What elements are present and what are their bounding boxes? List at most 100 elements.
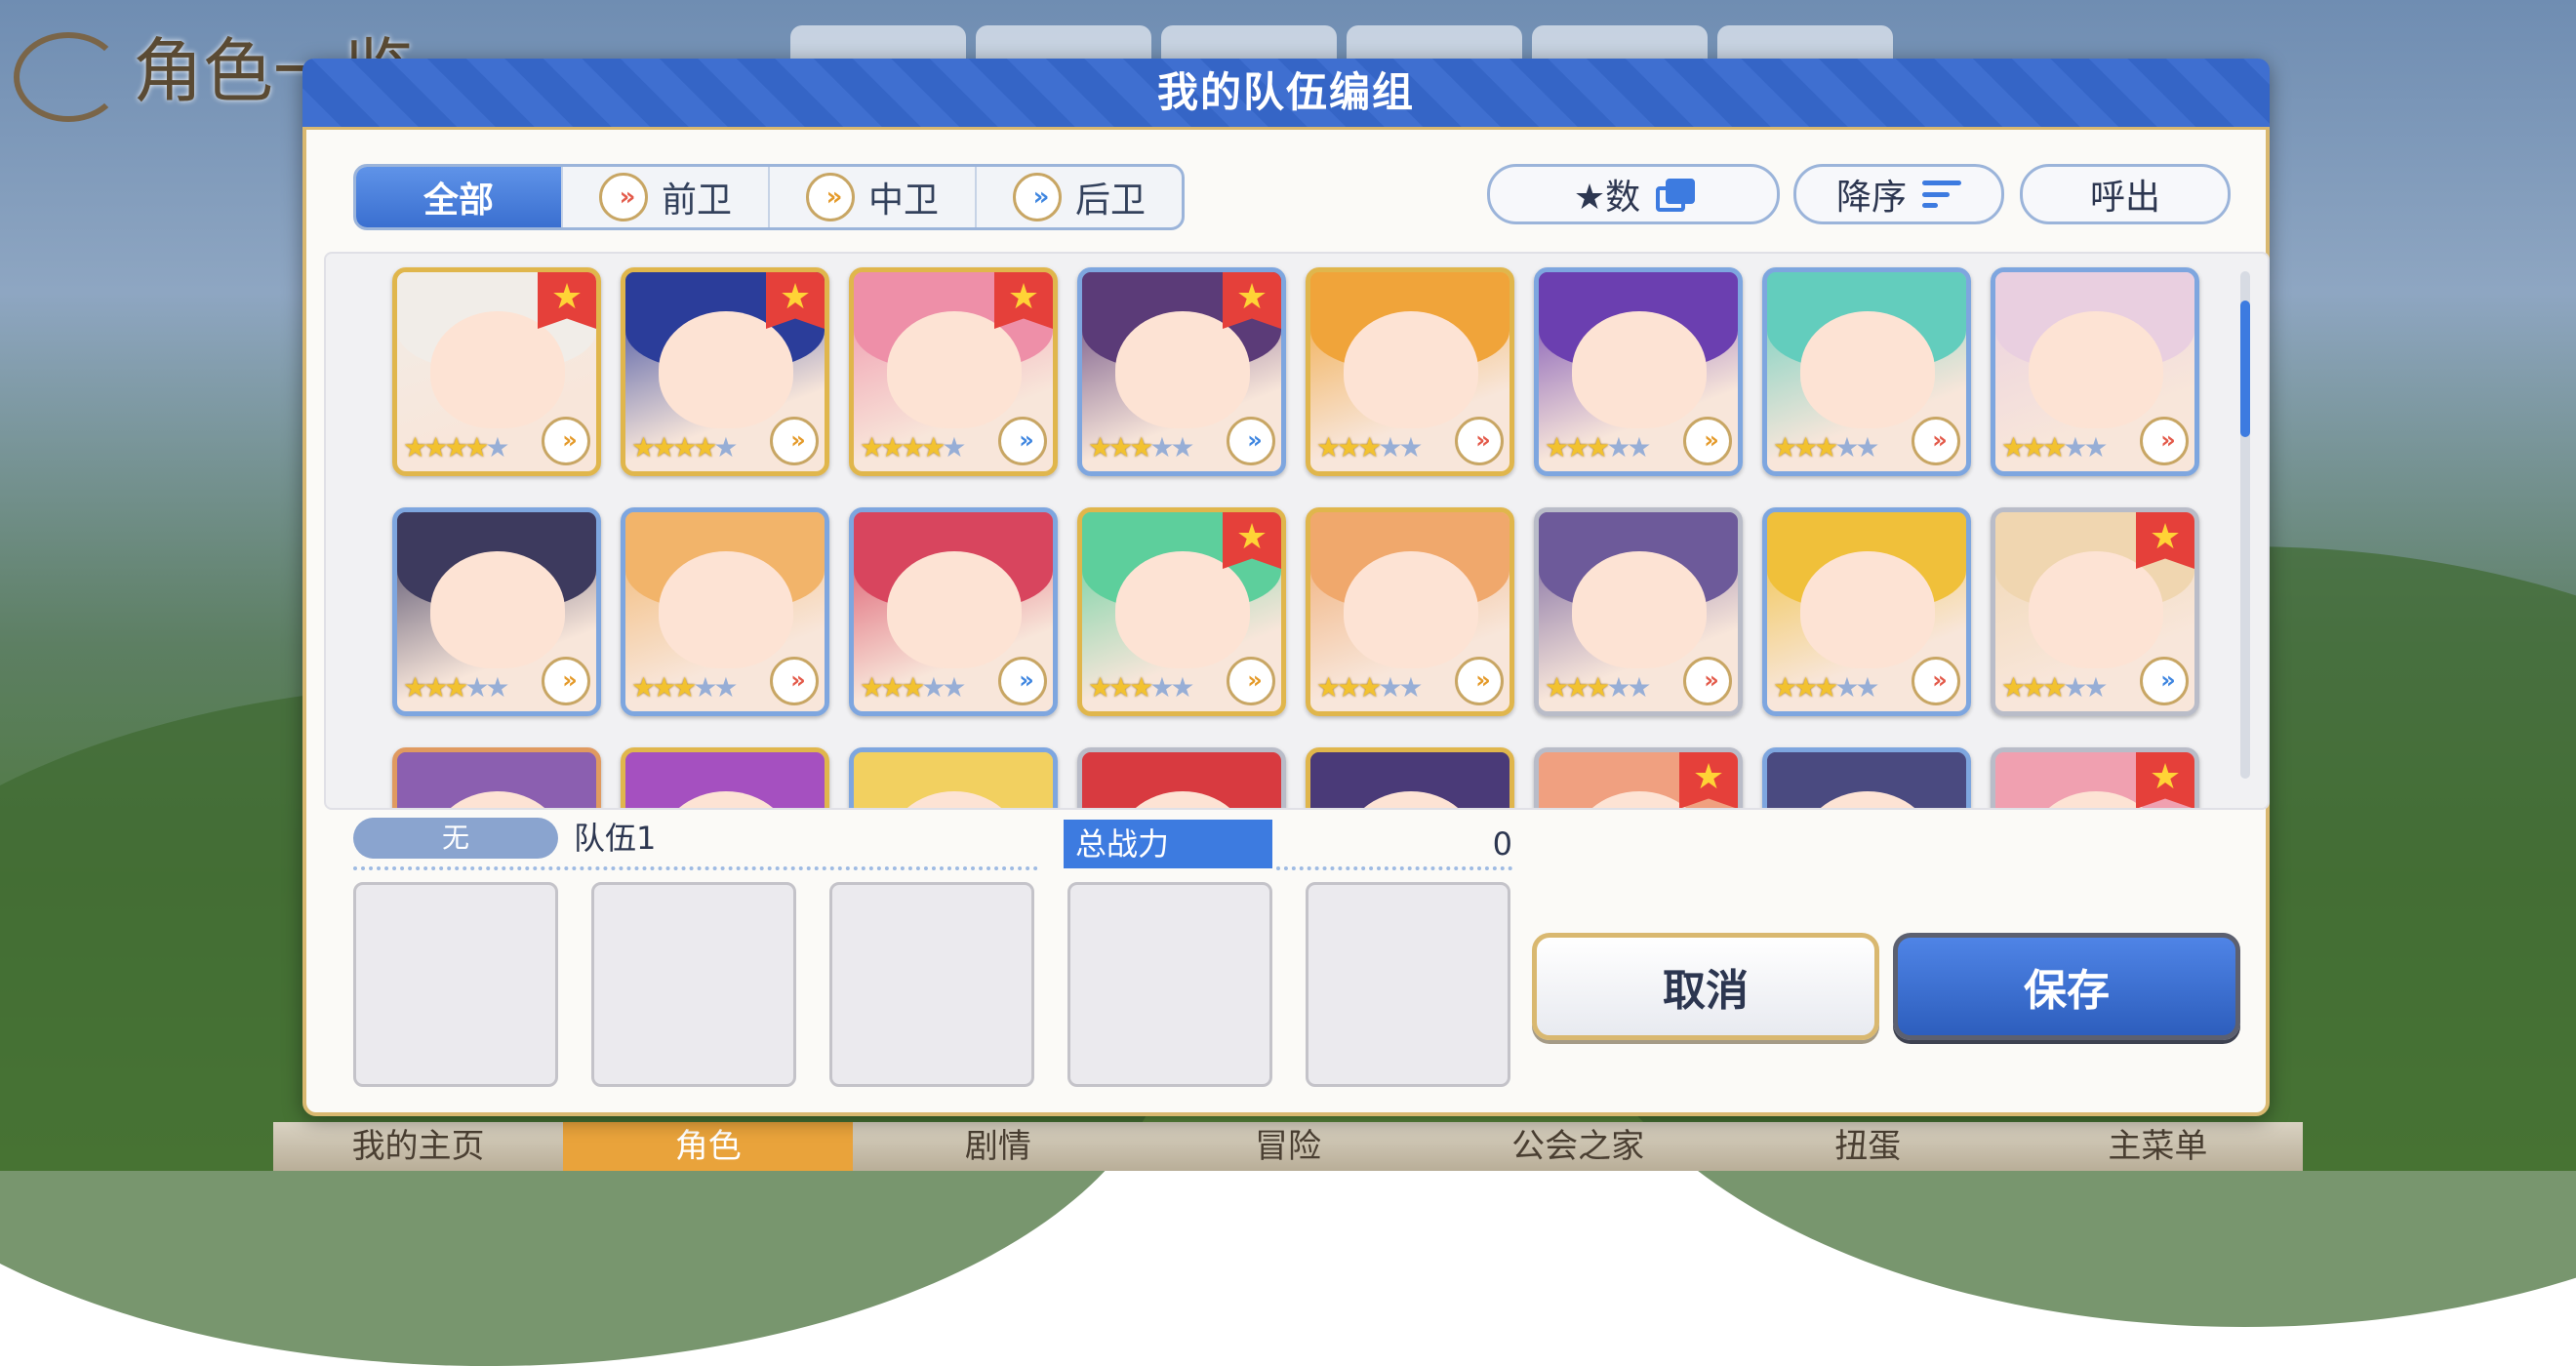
back-role-icon: »	[998, 417, 1047, 465]
star-rating: ★★★★★	[631, 431, 739, 463]
call-out-button[interactable]: 呼出	[2020, 164, 2231, 224]
character-card[interactable]: ★ ★★★★★»	[1077, 267, 1286, 476]
swirl-ornament-icon	[14, 32, 123, 122]
dialog-header: 我的队伍编组	[302, 59, 2270, 130]
character-face	[1115, 311, 1250, 428]
character-card[interactable]: ★★★★★ »	[1306, 507, 1514, 716]
front-role-icon: »	[770, 657, 819, 705]
nav-characters[interactable]: 角色	[563, 1122, 854, 1171]
nav-main-menu[interactable]: 主菜单	[2013, 1122, 2303, 1171]
nav-adventure[interactable]: 冒险	[1143, 1122, 1432, 1171]
star-rating: ★★★★★	[1088, 671, 1195, 703]
character-card[interactable]: ★ ★★★★★»	[1991, 507, 2199, 716]
character-face	[2029, 311, 2163, 428]
team-slot-2[interactable]	[591, 882, 796, 1087]
character-face	[887, 551, 1022, 668]
front-role-icon: »	[2140, 417, 2189, 465]
save-button[interactable]: 保存	[1893, 933, 2240, 1040]
character-card[interactable]: ★★★★★ »	[1762, 507, 1971, 716]
character-face	[2029, 551, 2163, 668]
list-scrollbar[interactable]	[2240, 271, 2250, 779]
nav-home[interactable]: 我的主页	[273, 1122, 563, 1171]
character-face	[430, 551, 565, 668]
character-face	[1800, 311, 1935, 428]
character-card[interactable]: ★★★★★ »	[1991, 267, 2199, 476]
star-rating: ★★★★★	[631, 671, 739, 703]
team-badge[interactable]: 无	[353, 818, 558, 859]
star-rating: ★★★★★	[1316, 431, 1424, 463]
character-card[interactable]: ★	[1991, 747, 2199, 808]
character-card[interactable]: ★★★★★ »	[621, 507, 829, 716]
back-role-icon: »	[1227, 417, 1275, 465]
character-card[interactable]: ★★★★★ »	[1306, 267, 1514, 476]
character-face	[1572, 311, 1707, 428]
character-face	[1344, 551, 1478, 668]
tab-middle[interactable]: » 中卫	[770, 167, 977, 227]
nav-story[interactable]: 剧情	[853, 1122, 1143, 1171]
star-rating: ★★★★★	[403, 671, 510, 703]
back-role-icon: »	[1012, 173, 1062, 221]
sort-toggle-icon	[1656, 179, 1696, 212]
character-card[interactable]: ★ ★★★★★»	[1077, 507, 1286, 716]
star-rating: ★★★★★	[860, 431, 967, 463]
character-card[interactable]: ★	[1534, 747, 1743, 808]
nav-guild-house[interactable]: 公会之家	[1433, 1122, 1723, 1171]
team-edit-dialog: 我的队伍编组 全部 » 前卫 » 中卫 » 后卫 ★数 降序 呼出 ★ ★★★★★» ★ ★…	[302, 59, 2270, 1116]
front-role-icon: »	[1683, 657, 1732, 705]
sort-order-button[interactable]: 降序	[1793, 164, 2004, 224]
team-slot-5[interactable]	[1306, 882, 1510, 1087]
mid-role-icon: »	[1227, 657, 1275, 705]
front-role-icon: »	[1455, 417, 1504, 465]
character-card[interactable]	[621, 747, 829, 808]
character-card[interactable]	[392, 747, 601, 808]
character-card[interactable]	[1762, 747, 1971, 808]
star-rating: ★★★★★	[1316, 671, 1424, 703]
mid-role-icon: »	[1683, 417, 1732, 465]
bottom-nav: 我的主页 角色 剧情 冒险 公会之家 扭蛋 主菜单	[273, 1122, 2303, 1171]
tab-back[interactable]: » 后卫	[977, 167, 1182, 227]
character-face	[659, 551, 793, 668]
character-card[interactable]	[849, 747, 1058, 808]
character-card[interactable]: ★ ★★★★★»	[392, 267, 601, 476]
character-card[interactable]	[1077, 747, 1286, 808]
total-power-label: 总战力	[1064, 820, 1272, 868]
star-rating: ★★★★★	[403, 431, 510, 463]
tab-all[interactable]: 全部	[356, 167, 563, 227]
character-face	[430, 311, 565, 428]
team-slot-3[interactable]	[829, 882, 1034, 1087]
character-grid: ★ ★★★★★» ★ ★★★★★» ★ ★★★★★» ★ ★★★★★» ★★★★★» ★★★★★»…	[392, 267, 2199, 808]
character-card[interactable]	[1306, 747, 1514, 808]
team-slot-1[interactable]	[353, 882, 558, 1087]
character-card[interactable]: ★★★★★ »	[392, 507, 601, 716]
tab-front[interactable]: » 前卫	[563, 167, 770, 227]
sort-field-button[interactable]: ★数	[1487, 164, 1780, 224]
character-list[interactable]: ★ ★★★★★» ★ ★★★★★» ★ ★★★★★» ★ ★★★★★» ★★★★★» ★★★★★»…	[324, 252, 2270, 810]
character-face	[887, 311, 1022, 428]
team-name: 队伍1	[574, 820, 657, 857]
character-face	[1344, 311, 1478, 428]
character-card[interactable]: ★ ★★★★★»	[849, 267, 1058, 476]
cancel-button[interactable]: 取消	[1532, 933, 1879, 1040]
character-card[interactable]: ★★★★★ »	[1534, 267, 1743, 476]
star-rating: ★★★★★	[1545, 431, 1652, 463]
character-face	[659, 311, 793, 428]
star-rating: ★★★★★	[2001, 431, 2109, 463]
total-power-value: 0	[1492, 825, 1512, 863]
mid-role-icon: »	[770, 417, 819, 465]
back-role-icon: »	[998, 657, 1047, 705]
dialog-title: 我的队伍编组	[1156, 68, 1415, 116]
star-rating: ★★★★★	[1088, 431, 1195, 463]
front-role-icon: »	[598, 173, 648, 221]
back-role-icon: »	[2140, 657, 2189, 705]
role-filter-tabs: 全部 » 前卫 » 中卫 » 后卫	[353, 164, 1185, 230]
sort-order-icon	[1922, 181, 1961, 208]
character-card[interactable]: ★★★★★ »	[1762, 267, 1971, 476]
character-card[interactable]: ★ ★★★★★»	[621, 267, 829, 476]
team-slot-4[interactable]	[1067, 882, 1272, 1087]
mid-role-icon: »	[805, 173, 855, 221]
nav-gacha[interactable]: 扭蛋	[1723, 1122, 2013, 1171]
character-face	[1800, 551, 1935, 668]
scroll-thumb[interactable]	[2240, 301, 2250, 437]
character-card[interactable]: ★★★★★ »	[1534, 507, 1743, 716]
character-card[interactable]: ★★★★★ »	[849, 507, 1058, 716]
